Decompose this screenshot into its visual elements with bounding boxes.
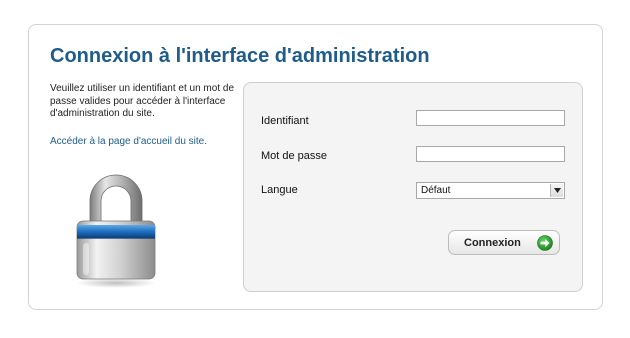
password-input[interactable] [416, 146, 565, 162]
language-select-value: Défaut [421, 185, 451, 196]
padlock-icon [73, 171, 159, 289]
login-form: Identifiant Mot de passe Langue Défaut C… [243, 82, 583, 292]
intro-text: Veuillez utiliser un identifiant et un m… [50, 83, 234, 119]
chevron-down-icon[interactable] [550, 184, 563, 197]
password-label: Mot de passe [261, 150, 328, 162]
login-submit-label: Connexion [464, 237, 521, 249]
username-label: Identifiant [261, 115, 309, 127]
login-card: Connexion à l'interface d'administration… [28, 24, 603, 310]
language-label: Langue [261, 184, 298, 196]
username-input[interactable] [416, 110, 565, 126]
arrow-right-circle-icon [537, 235, 553, 251]
language-select[interactable]: Défaut [416, 182, 565, 199]
login-submit-button[interactable]: Connexion [448, 230, 560, 255]
home-page-link[interactable]: Accéder à la page d'accueil du site. [50, 136, 207, 147]
page-title: Connexion à l'interface d'administration [50, 45, 430, 67]
